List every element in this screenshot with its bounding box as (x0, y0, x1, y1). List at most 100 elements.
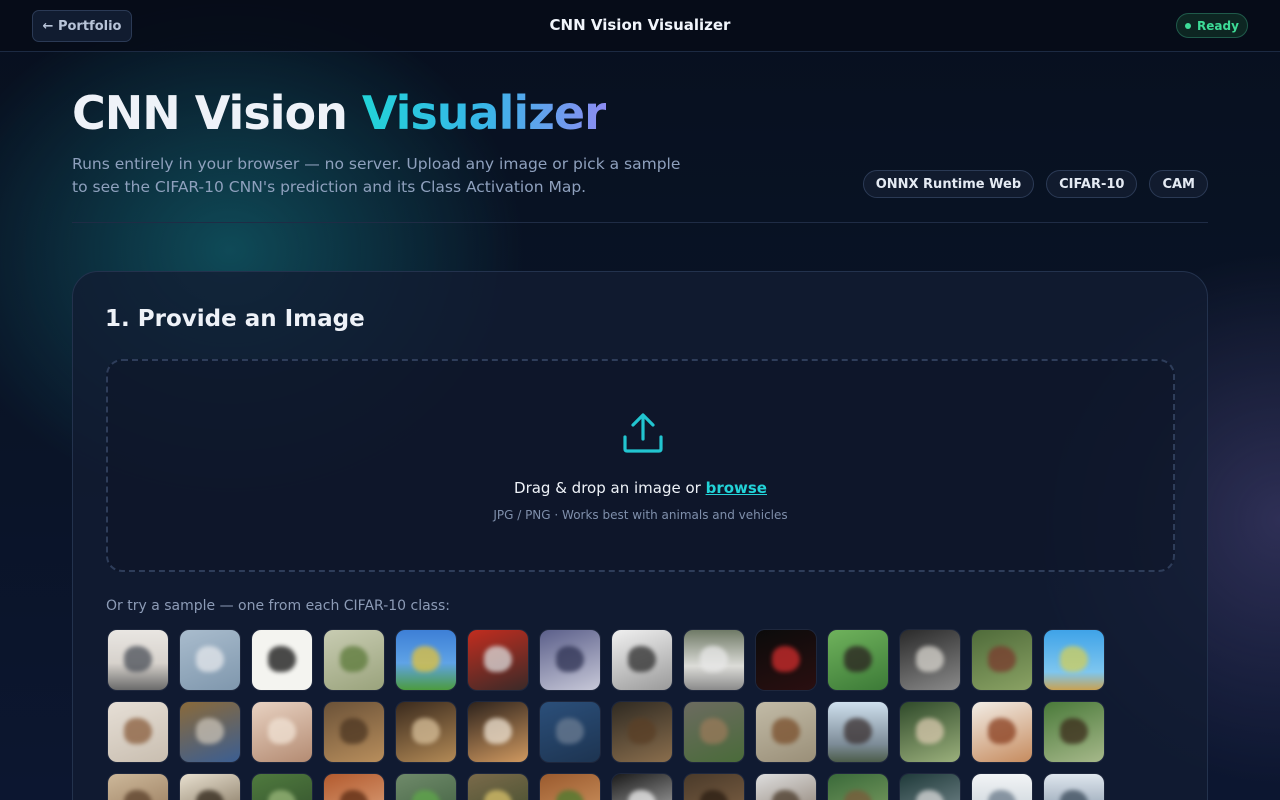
sample-subject (1060, 790, 1088, 800)
sample-thumbnail[interactable] (396, 774, 456, 800)
dropzone-text: Drag & drop an image or browse (108, 479, 1173, 497)
sample-subject (556, 718, 584, 744)
header-divider (72, 222, 1208, 223)
sample-thumbnail[interactable] (756, 774, 816, 800)
sample-subject (124, 718, 152, 744)
sample-thumbnail[interactable] (900, 774, 960, 800)
sample-subject (1060, 718, 1088, 744)
sample-thumbnail[interactable] (540, 774, 600, 800)
sample-subject (484, 718, 512, 744)
upload-icon (623, 413, 663, 453)
sample-thumbnail[interactable] (180, 702, 240, 762)
sample-thumbnail[interactable] (684, 630, 744, 690)
page-title-accent: Visualizer (361, 86, 607, 140)
sample-thumbnail[interactable] (612, 774, 672, 800)
sample-subject (124, 646, 152, 672)
page-title-main: CNN Vision (72, 86, 362, 140)
sample-subject (412, 646, 440, 672)
sample-subject (196, 646, 224, 672)
sample-thumbnail[interactable] (468, 630, 528, 690)
samples-label: Or try a sample — one from each CIFAR-10… (106, 598, 450, 614)
sample-subject (700, 790, 728, 800)
sample-subject (556, 646, 584, 672)
sample-subject (196, 790, 224, 800)
input-panel: 1. Provide an Image Drag & drop an image… (72, 271, 1208, 800)
sample-thumbnail[interactable] (756, 630, 816, 690)
sample-thumbnail[interactable] (180, 774, 240, 800)
page-subtitle: Runs entirely in your browser — no serve… (72, 153, 682, 199)
sample-subject (844, 790, 872, 800)
sample-thumbnail[interactable] (1044, 774, 1104, 800)
chip-cam: CAM (1149, 170, 1208, 198)
sample-thumbnail[interactable] (468, 774, 528, 800)
page-subtitle-line-2: to see the CIFAR-10 CNN's prediction and… (72, 178, 587, 196)
sample-thumbnail[interactable] (324, 630, 384, 690)
sample-subject (340, 646, 368, 672)
sample-thumbnail[interactable] (612, 630, 672, 690)
chip-onnx-runtime-web: ONNX Runtime Web (862, 170, 1035, 198)
sample-subject (844, 718, 872, 744)
sample-subject (988, 718, 1016, 744)
sample-subject (340, 718, 368, 744)
sample-thumbnail[interactable] (252, 630, 312, 690)
sample-subject (340, 790, 368, 800)
sample-thumbnail[interactable] (1044, 702, 1104, 762)
chip-cifar-10: CIFAR-10 (1046, 170, 1138, 198)
sample-thumbnail[interactable] (900, 630, 960, 690)
sample-subject (628, 790, 656, 800)
sample-thumbnail[interactable] (828, 774, 888, 800)
sample-thumbnail[interactable] (108, 630, 168, 690)
image-dropzone[interactable]: Drag & drop an image or browse JPG / PNG… (106, 359, 1175, 572)
sample-thumbnail[interactable] (972, 702, 1032, 762)
dropzone-hint: JPG / PNG · Works best with animals and … (493, 508, 788, 522)
sample-thumbnail[interactable] (252, 702, 312, 762)
sample-thumbnail[interactable] (828, 702, 888, 762)
sample-subject (412, 718, 440, 744)
input-panel-title: 1. Provide an Image (105, 306, 365, 332)
sample-thumbnail[interactable] (540, 702, 600, 762)
sample-subject (916, 718, 944, 744)
sample-thumbnail[interactable] (684, 702, 744, 762)
sample-subject (484, 646, 512, 672)
sample-subject (124, 790, 152, 800)
sample-subject (916, 790, 944, 800)
sample-thumbnail[interactable] (324, 702, 384, 762)
sample-subject (772, 718, 800, 744)
sample-thumbnail[interactable] (468, 702, 528, 762)
status-badge: Ready (1176, 13, 1248, 38)
sample-subject (628, 646, 656, 672)
sample-thumbnail[interactable] (972, 774, 1032, 800)
sample-thumbnail[interactable] (180, 630, 240, 690)
sample-subject (700, 646, 728, 672)
sample-thumbnail[interactable] (756, 702, 816, 762)
page-title: CNN Vision Visualizer (72, 86, 607, 140)
top-bar: ← Portfolio CNN Vision Visualizer Ready (0, 0, 1280, 52)
sample-thumbnail[interactable] (108, 774, 168, 800)
sample-thumbnail[interactable] (972, 630, 1032, 690)
browse-link[interactable]: browse (706, 479, 767, 497)
sample-thumbnail[interactable] (396, 630, 456, 690)
sample-subject (628, 718, 656, 744)
sample-thumbnail[interactable] (612, 702, 672, 762)
status-dot-icon (1185, 22, 1192, 29)
sample-subject (916, 646, 944, 672)
sample-subject (988, 790, 1016, 800)
sample-thumbnail[interactable] (900, 702, 960, 762)
sample-thumbnail[interactable] (396, 702, 456, 762)
app-title: CNN Vision Visualizer (549, 16, 731, 34)
sample-thumbnail[interactable] (252, 774, 312, 800)
sample-thumbnail[interactable] (324, 774, 384, 800)
sample-subject (772, 790, 800, 800)
sample-subject (268, 718, 296, 744)
sample-thumbnail[interactable] (828, 630, 888, 690)
sample-thumbnail[interactable] (540, 630, 600, 690)
dropzone-prompt: Drag & drop an image or (514, 479, 706, 497)
sample-subject (772, 646, 800, 672)
sample-subject (988, 646, 1016, 672)
sample-thumbnail[interactable] (108, 702, 168, 762)
status-label: Ready (1197, 18, 1239, 33)
sample-subject (268, 790, 296, 800)
sample-thumbnail[interactable] (684, 774, 744, 800)
sample-thumbnail[interactable] (1044, 630, 1104, 690)
tech-chips: ONNX Runtime Web CIFAR-10 CAM (862, 170, 1208, 198)
